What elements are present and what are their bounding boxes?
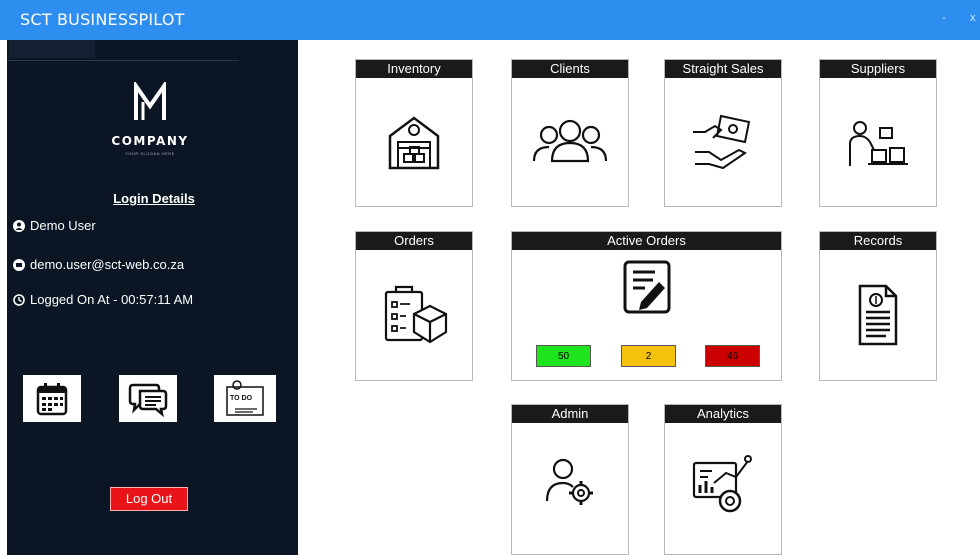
- company-logo: COMPANY YOUR SLOGAN HERE: [108, 82, 192, 156]
- sidebar-tab: [9, 40, 95, 58]
- clients-tile-label: Clients: [512, 60, 628, 78]
- inventory-tile-label: Inventory: [356, 60, 472, 78]
- users-group-icon: [532, 119, 608, 163]
- email-icon: [13, 258, 25, 271]
- admin-tile[interactable]: Admin: [511, 404, 629, 555]
- logged-on-time: Logged On At - 00:57:11 AM: [30, 292, 194, 307]
- orders-count-overdue: 46: [705, 345, 760, 367]
- money-exchange-icon: [693, 114, 751, 170]
- inventory-tile[interactable]: Inventory: [355, 59, 473, 207]
- straight-sales-tile-label: Straight Sales: [665, 60, 781, 78]
- edit-document-icon: [623, 260, 670, 314]
- orders-count-complete: 50: [536, 345, 591, 367]
- logon-row: Logged On At - 00:57:11 AM: [13, 292, 193, 307]
- chat-bubbles-icon: [128, 383, 168, 417]
- orders-tile[interactable]: Orders: [355, 231, 473, 381]
- clock-icon: [13, 293, 25, 306]
- user-row: Demo User: [13, 218, 96, 233]
- analytics-tile-label: Analytics: [665, 405, 781, 423]
- sidebar: COMPANY YOUR SLOGAN HERE Login Details D…: [7, 40, 298, 555]
- company-name: COMPANY: [111, 134, 189, 148]
- company-slogan: YOUR SLOGAN HERE: [125, 151, 175, 156]
- minimize-button[interactable]: -: [942, 12, 946, 24]
- calendar-button[interactable]: [23, 375, 81, 422]
- admin-user-gear-icon: [545, 458, 593, 505]
- todo-label: TO DO: [230, 395, 253, 402]
- logout-button[interactable]: Log Out: [110, 487, 188, 511]
- active-orders-tile-label: Active Orders: [512, 232, 781, 250]
- records-tile-label: Records: [820, 232, 936, 250]
- user-email: demo.user@sct-web.co.za: [30, 257, 185, 272]
- orders-clipboard-icon: [384, 285, 448, 344]
- close-button[interactable]: x: [970, 12, 976, 24]
- analytics-tile[interactable]: Analytics: [664, 404, 782, 555]
- invoice-record-icon: [858, 284, 898, 346]
- warehouse-icon: [388, 116, 440, 170]
- analytics-chart-icon: [692, 455, 752, 513]
- calendar-icon: [36, 382, 68, 415]
- title-bar: SCT BUSINESSPILOT - x: [0, 0, 980, 40]
- active-orders-tile[interactable]: Active Orders 50 2 46: [511, 231, 782, 381]
- suppliers-tile[interactable]: Suppliers: [819, 59, 937, 207]
- logo-mark-icon: [134, 82, 166, 120]
- email-row: demo.user@sct-web.co.za: [13, 257, 184, 272]
- orders-count-pending: 2: [621, 345, 676, 367]
- window-title: SCT BUSINESSPILOT: [20, 10, 185, 29]
- login-details-title: Login Details: [113, 191, 195, 206]
- straight-sales-tile[interactable]: Straight Sales: [664, 59, 782, 207]
- admin-tile-label: Admin: [512, 405, 628, 423]
- orders-tile-label: Orders: [356, 232, 472, 250]
- user-icon: [13, 219, 25, 232]
- todo-button[interactable]: TO DO: [214, 375, 276, 422]
- suppliers-tile-label: Suppliers: [820, 60, 936, 78]
- clients-tile[interactable]: Clients: [511, 59, 629, 207]
- supplier-boxes-icon: [849, 121, 908, 166]
- records-tile[interactable]: Records: [819, 231, 937, 381]
- user-name: Demo User: [30, 218, 96, 233]
- messages-button[interactable]: [119, 375, 177, 422]
- sidebar-divider: [7, 60, 239, 61]
